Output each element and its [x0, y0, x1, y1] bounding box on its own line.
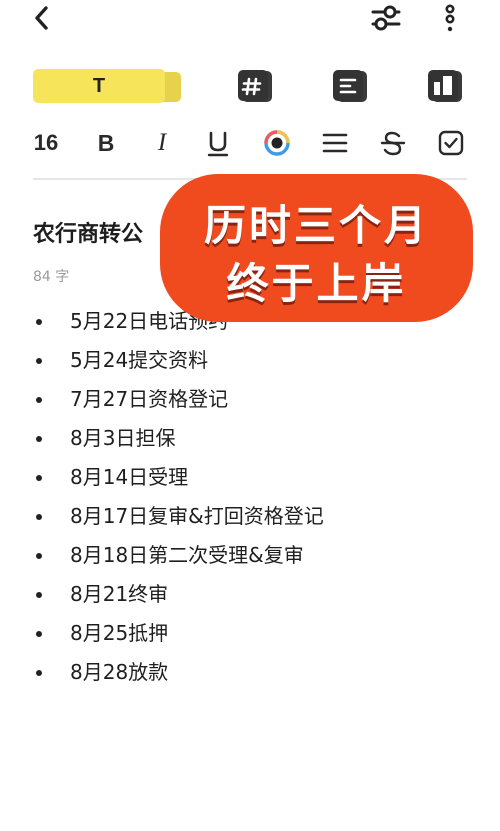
back-button[interactable] — [26, 2, 58, 34]
top-bar — [0, 0, 500, 40]
list-item-text: 8月25抵押 — [70, 621, 169, 645]
bullet-icon — [36, 475, 42, 481]
underline-icon — [207, 131, 229, 157]
columns-style-button[interactable] — [426, 68, 466, 104]
bullet-icon — [36, 319, 42, 325]
list-item[interactable]: 7月27日资格登记 — [0, 380, 500, 419]
bullet-icon — [36, 436, 42, 442]
text-style-button[interactable]: T — [33, 69, 181, 103]
list-item-text: 8月14日受理 — [70, 465, 189, 489]
hash-style-icon — [238, 70, 272, 102]
filter-sliders-icon — [371, 5, 401, 31]
list-item[interactable]: 5月24提交资料 — [0, 341, 500, 380]
note-style-toolbar: T — [0, 66, 500, 108]
list-item[interactable]: 8月21终审 — [0, 575, 500, 614]
list-item[interactable]: 8月18日第二次受理&复审 — [0, 536, 500, 575]
strikethrough-button[interactable] — [378, 124, 408, 162]
bullet-icon — [36, 553, 42, 559]
hash-style-button[interactable] — [236, 68, 276, 104]
list-item-text: 7月27日资格登记 — [70, 387, 229, 411]
sticker-line-1: 历时三个月 — [203, 201, 429, 250]
sticker-line-2: 终于上岸 — [226, 259, 407, 308]
bold-button[interactable]: B — [92, 124, 120, 162]
list-item[interactable]: 8月3日担保 — [0, 419, 500, 458]
strikethrough-icon — [380, 131, 406, 156]
list-item[interactable]: 8月28放款 — [0, 653, 500, 692]
format-toolbar: 16 B I — [0, 124, 500, 162]
word-count: 84 字 — [33, 269, 70, 285]
checkbox-icon — [438, 130, 464, 156]
lines-style-icon — [333, 70, 367, 102]
list-item-text: 8月18日第二次受理&复审 — [70, 543, 304, 567]
text-style-label: T — [33, 69, 165, 103]
note-bullet-list: 5月22日电话预约 5月24提交资料 7月27日资格登记 8月3日担保 8月14… — [0, 302, 500, 692]
underline-button[interactable] — [204, 124, 232, 162]
note-title[interactable]: 农行商转公 — [33, 216, 143, 248]
font-size-button[interactable]: 16 — [32, 124, 60, 162]
more-button[interactable] — [436, 2, 464, 34]
headline-sticker: 历时三个月 终于上岸 — [160, 174, 473, 322]
align-button[interactable] — [320, 124, 350, 162]
chevron-left-icon — [35, 6, 48, 30]
list-item-text: 8月28放款 — [70, 660, 169, 684]
italic-button[interactable]: I — [148, 124, 176, 162]
list-item-text: 8月21终审 — [70, 582, 169, 606]
columns-style-icon — [428, 70, 462, 102]
filter-button[interactable] — [368, 2, 404, 34]
checkbox-button[interactable] — [436, 124, 466, 162]
list-item-text: 8月3日担保 — [70, 426, 176, 450]
bullet-icon — [36, 592, 42, 598]
list-item[interactable]: 8月14日受理 — [0, 458, 500, 497]
bullet-icon — [36, 631, 42, 637]
list-item[interactable]: 8月25抵押 — [0, 614, 500, 653]
list-item-text: 8月17日复审&打回资格登记 — [70, 504, 324, 528]
list-item[interactable]: 8月17日复审&打回资格登记 — [0, 497, 500, 536]
more-vertical-icon — [445, 4, 455, 32]
align-icon — [322, 133, 348, 153]
text-color-icon — [264, 130, 290, 156]
text-color-button[interactable] — [262, 124, 292, 162]
bullet-icon — [36, 358, 42, 364]
bullet-icon — [36, 397, 42, 403]
bullet-icon — [36, 514, 42, 520]
lines-style-button[interactable] — [331, 68, 371, 104]
bullet-icon — [36, 670, 42, 676]
list-item-text: 5月24提交资料 — [70, 348, 209, 372]
